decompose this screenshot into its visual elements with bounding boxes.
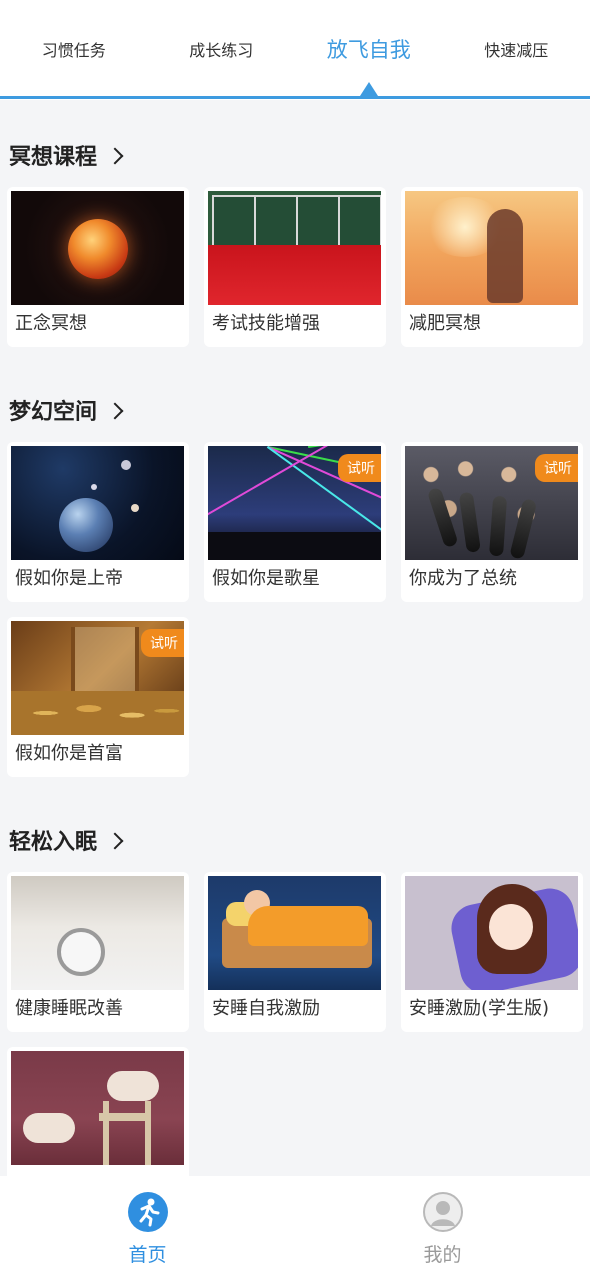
card-label: 减肥冥想 bbox=[409, 313, 481, 334]
trial-badge: 试听 bbox=[141, 629, 184, 657]
card-label: 考试技能增强 bbox=[212, 313, 320, 334]
course-card[interactable]: 试听 假如你是歌星 bbox=[204, 442, 386, 602]
nav-label: 首页 bbox=[128, 1244, 167, 1266]
course-card[interactable]: 假如你是上帝 bbox=[7, 442, 189, 602]
space-planet-thumbnail bbox=[11, 446, 184, 560]
tab-underline bbox=[0, 96, 590, 99]
course-card[interactable]: 安睡自我激励 bbox=[204, 872, 386, 1032]
nav-mine[interactable]: 我的 bbox=[295, 1176, 590, 1280]
section-header-dream-space[interactable]: 梦幻空间 bbox=[9, 393, 124, 427]
course-card[interactable]: 减肥冥想 bbox=[401, 187, 583, 347]
chevron-right-icon bbox=[106, 402, 124, 419]
trial-badge: 试听 bbox=[338, 454, 381, 482]
section-title: 冥想课程 bbox=[9, 145, 98, 170]
section-title: 梦幻空间 bbox=[9, 400, 98, 425]
card-label: 正念冥想 bbox=[15, 313, 87, 334]
section-header-easy-sleep[interactable]: 轻松入眠 bbox=[9, 823, 124, 857]
runner-icon bbox=[127, 1192, 168, 1232]
moon-thumbnail bbox=[11, 191, 184, 305]
alarm-clock-bed-thumbnail bbox=[11, 876, 184, 990]
chevron-right-icon bbox=[106, 147, 124, 164]
runner-thumbnail bbox=[405, 191, 578, 305]
course-card[interactable]: 考试技能增强 bbox=[204, 187, 386, 347]
concert-laser-thumbnail: 试听 bbox=[208, 446, 381, 560]
card-label: 安睡激励(学生版) bbox=[409, 998, 550, 1019]
course-card[interactable]: 安睡激励(学生版) bbox=[401, 872, 583, 1032]
sleeping-girl-thumbnail bbox=[405, 876, 578, 990]
nav-label: 我的 bbox=[423, 1244, 462, 1266]
section-header-meditation[interactable]: 冥想课程 bbox=[9, 138, 124, 172]
press-microphones-thumbnail: 试听 bbox=[405, 446, 578, 560]
card-label: 假如你是首富 bbox=[15, 743, 123, 764]
section-title: 轻松入眠 bbox=[9, 830, 98, 855]
exam-classroom-thumbnail bbox=[208, 191, 381, 305]
card-label: 健康睡眠改善 bbox=[15, 998, 123, 1019]
course-card[interactable]: 试听 你成为了总统 bbox=[401, 442, 583, 602]
top-tab-bar: 习惯任务 成长练习 放飞自我 快速减压 bbox=[0, 0, 590, 100]
active-tab-indicator bbox=[360, 82, 378, 96]
nav-home[interactable]: 首页 bbox=[0, 1176, 295, 1280]
tab-quick-relief[interactable]: 快速减压 bbox=[443, 0, 590, 100]
trial-badge: 试听 bbox=[535, 454, 578, 482]
card-label: 你成为了总统 bbox=[409, 568, 517, 589]
coins-hourglass-thumbnail: 试听 bbox=[11, 621, 184, 735]
user-avatar-icon bbox=[422, 1192, 463, 1232]
chevron-right-icon bbox=[106, 832, 124, 849]
course-card[interactable]: 试听 假如你是首富 bbox=[7, 617, 189, 777]
course-card[interactable]: 正念冥想 bbox=[7, 187, 189, 347]
tab-growth-practice[interactable]: 成长练习 bbox=[148, 0, 296, 100]
course-card[interactable]: 健康睡眠改善 bbox=[7, 872, 189, 1032]
card-label: 假如你是上帝 bbox=[15, 568, 123, 589]
bottom-navigation: 首页 我的 bbox=[0, 1176, 590, 1280]
tab-habit-tasks[interactable]: 习惯任务 bbox=[0, 0, 148, 100]
card-label: 安睡自我激励 bbox=[212, 998, 320, 1019]
app-screen: 习惯任务 成长练习 放飞自我 快速减压 冥想课程 正念冥想 考试技能增强 减肥冥… bbox=[0, 0, 590, 1280]
card-label: 假如你是歌星 bbox=[212, 568, 320, 589]
sleeping-child-thumbnail bbox=[208, 876, 381, 990]
counting-sheep-thumbnail bbox=[11, 1051, 184, 1165]
